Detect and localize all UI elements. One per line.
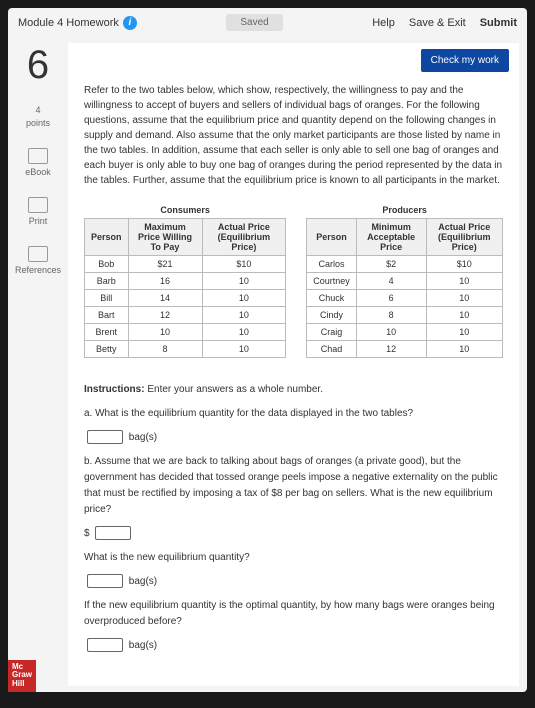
references-button[interactable]: References — [15, 246, 61, 275]
question-number: 6 — [27, 45, 49, 85]
tables-container: Consumers Person Maximum Price Willing T… — [84, 202, 503, 358]
dollar-sign: $ — [84, 528, 90, 539]
producers-title: Producers — [306, 202, 503, 218]
producers-table: Person Minimum Acceptable Price Actual P… — [306, 218, 503, 358]
save-exit-link[interactable]: Save & Exit — [409, 17, 466, 29]
mcgraw-hill-logo: Mc Graw Hill — [8, 660, 36, 692]
question-intro: Refer to the two tables below, which sho… — [84, 83, 503, 188]
table-row: Betty810 — [85, 341, 286, 358]
ebook-label: eBook — [25, 167, 51, 177]
col-min-price: Minimum Acceptable Price — [356, 219, 426, 256]
references-label: References — [15, 265, 61, 275]
top-bar: Module 4 Homework i Saved Help Save & Ex… — [8, 8, 527, 37]
table-row: Courtney410 — [307, 273, 503, 290]
info-icon[interactable]: i — [123, 16, 137, 30]
ebook-button[interactable]: eBook — [25, 148, 51, 177]
assignment-title: Module 4 Homework i — [18, 16, 137, 30]
consumers-title: Consumers — [84, 202, 286, 218]
content-area: Check my work Refer to the two tables be… — [68, 43, 519, 686]
help-link[interactable]: Help — [372, 17, 395, 29]
references-icon — [28, 246, 48, 262]
table-row: Craig1010 — [307, 324, 503, 341]
saved-indicator: Saved — [226, 14, 282, 31]
question-a: a. What is the equilibrium quantity for … — [84, 406, 503, 422]
ebook-icon — [28, 148, 48, 164]
instructions-lead: Instructions: — [84, 384, 145, 395]
answer-c-input[interactable] — [87, 638, 123, 652]
answer-b-qty-input[interactable] — [87, 574, 123, 588]
check-my-work-button[interactable]: Check my work — [421, 49, 509, 72]
answer-a-input[interactable] — [87, 430, 123, 444]
bags-unit: bag(s) — [129, 576, 157, 587]
points-label: points — [26, 118, 50, 128]
table-row: Bill1410 — [85, 290, 286, 307]
col-person: Person — [307, 219, 357, 256]
instructions-block: Instructions: Enter your answers as a wh… — [84, 382, 503, 654]
instructions-text: Enter your answers as a whole number. — [145, 384, 323, 395]
table-row: Bob$21$10 — [85, 256, 286, 273]
question-b: b. Assume that we are back to talking ab… — [84, 454, 503, 518]
bags-unit: bag(s) — [129, 432, 157, 443]
print-icon — [28, 197, 48, 213]
title-text: Module 4 Homework — [18, 17, 119, 29]
bags-unit: bag(s) — [129, 640, 157, 651]
table-row: Brent1010 — [85, 324, 286, 341]
header-links: Help Save & Exit Submit — [372, 17, 517, 29]
col-actual-price: Actual Price (Equilibrium Price) — [202, 219, 286, 256]
table-row: Cindy810 — [307, 307, 503, 324]
col-max-price: Maximum Price Willing To Pay — [128, 219, 202, 256]
table-row: Bart1210 — [85, 307, 286, 324]
print-label: Print — [29, 216, 48, 226]
col-person: Person — [85, 219, 129, 256]
question-b2: What is the new equilibrium quantity? — [84, 550, 503, 566]
table-row: Carlos$2$10 — [307, 256, 503, 273]
table-row: Chad1210 — [307, 341, 503, 358]
consumers-table-wrap: Consumers Person Maximum Price Willing T… — [84, 202, 286, 358]
producers-table-wrap: Producers Person Minimum Acceptable Pric… — [306, 202, 503, 358]
table-row: Chuck610 — [307, 290, 503, 307]
print-button[interactable]: Print — [28, 197, 48, 226]
col-actual-price: Actual Price (Equilibrium Price) — [426, 219, 502, 256]
points-value: 4 — [35, 105, 40, 115]
consumers-table: Person Maximum Price Willing To Pay Actu… — [84, 218, 286, 358]
sidebar: 6 4 points eBook Print References — [8, 37, 68, 692]
submit-link[interactable]: Submit — [480, 17, 517, 29]
table-row: Barb1610 — [85, 273, 286, 290]
question-c: If the new equilibrium quantity is the o… — [84, 598, 503, 630]
points-display: 4 points — [26, 105, 50, 128]
answer-b-price-input[interactable] — [95, 526, 131, 540]
